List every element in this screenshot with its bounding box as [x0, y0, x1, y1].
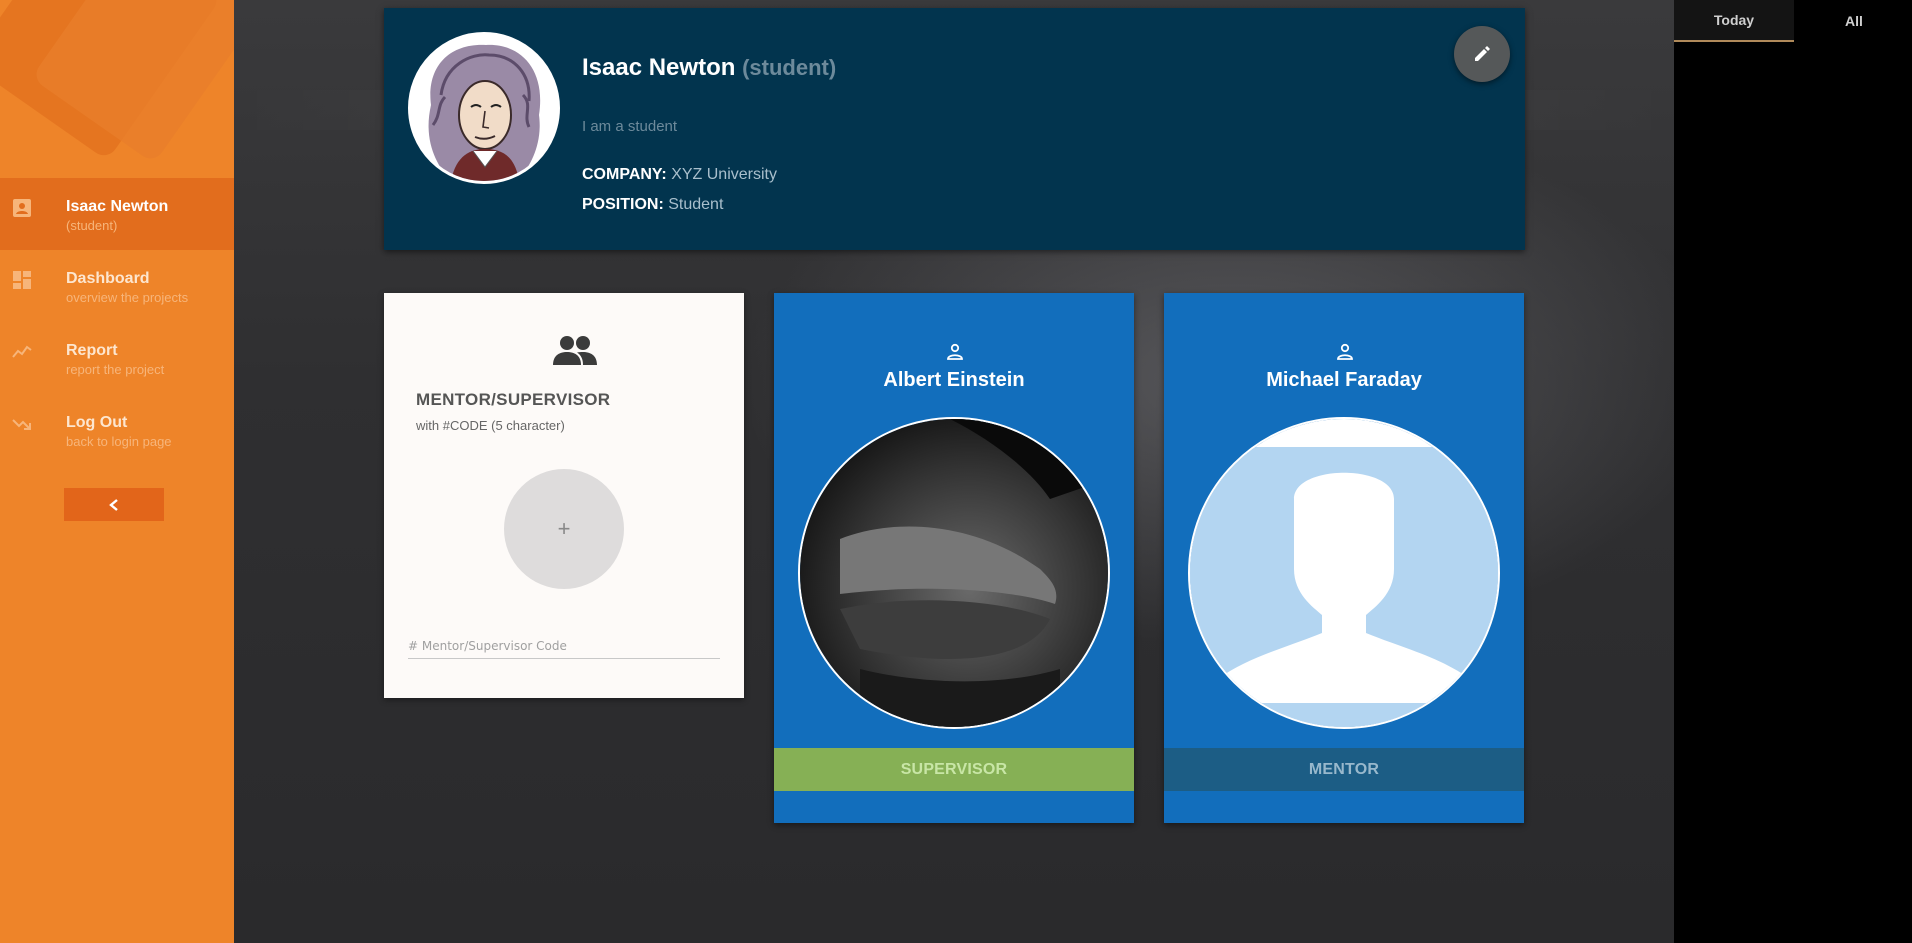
role-badge: SUPERVISOR: [774, 748, 1134, 791]
role-badge: MENTOR: [1164, 748, 1524, 791]
person-photo: [798, 417, 1110, 729]
add-card-title: MENTOR/SUPERVISOR: [416, 390, 611, 409]
default-avatar-image: [1190, 419, 1498, 727]
company-value: XYZ University: [671, 166, 777, 183]
group-icon: [553, 336, 597, 365]
profile-position: POSITION: Student: [582, 196, 723, 214]
sidebar-item-label: Dashboard: [66, 270, 150, 287]
plus-icon: +: [557, 516, 571, 541]
dashboard-icon: [13, 271, 31, 289]
tab-today[interactable]: Today: [1674, 0, 1794, 42]
profile-name: Isaac Newton (student): [582, 54, 836, 82]
position-value: Student: [668, 196, 724, 213]
sidebar-item-sublabel: overview the projects: [66, 290, 189, 305]
profile-bio: I am a student: [582, 118, 678, 135]
person-name: Michael Faraday: [1266, 369, 1422, 391]
add-card-subtitle: with #CODE (5 character): [416, 418, 565, 433]
trending-icon: [12, 345, 32, 358]
sidebar: Isaac Newton (student) Dashboard overvie…: [0, 0, 234, 943]
add-mentor-button[interactable]: +: [504, 469, 624, 589]
position-label: POSITION:: [582, 196, 664, 213]
chevron-left-icon: [109, 498, 118, 511]
sidebar-item-sublabel: back to login page: [66, 434, 172, 449]
profile-name-text: Isaac Newton: [582, 54, 736, 81]
pencil-icon: [1475, 46, 1490, 61]
sidebar-item-label: Report: [66, 342, 118, 359]
person-card-mentor[interactable]: Michael Faraday MENTOR: [1164, 293, 1524, 823]
einstein-photo-image: [800, 419, 1108, 727]
sidebar-item-profile[interactable]: Isaac Newton (student): [0, 178, 234, 250]
sidebar-item-label: Isaac Newton: [66, 198, 169, 215]
sidebar-item-logout[interactable]: Log Out back to login page: [0, 394, 234, 466]
person-name: Albert Einstein: [883, 369, 1025, 391]
edit-profile-button[interactable]: [1454, 26, 1510, 82]
sidebar-collapse-button[interactable]: [64, 488, 164, 521]
person-outline-icon: [1337, 343, 1353, 360]
profile-header: Isaac Newton (student) I am a student CO…: [384, 8, 1525, 250]
person-photo: [1188, 417, 1500, 729]
company-label: COMPANY:: [582, 166, 667, 183]
profile-company: COMPANY: XYZ University: [582, 166, 777, 184]
person-outline-icon: [947, 343, 963, 360]
tab-all[interactable]: All: [1794, 0, 1912, 42]
person-card-supervisor[interactable]: Albert Einstein SUPERVISOR: [774, 293, 1134, 823]
sidebar-item-dashboard[interactable]: Dashboard overview the projects: [0, 250, 234, 322]
sidebar-item-sublabel: report the project: [66, 362, 165, 377]
sidebar-item-label: Log Out: [66, 414, 128, 431]
sidebar-item-sublabel: (student): [66, 218, 118, 233]
mentor-code-input[interactable]: [408, 633, 720, 659]
right-panel: Today All: [1674, 0, 1912, 943]
avatar: [408, 32, 560, 184]
logout-arrow-icon: [12, 419, 31, 430]
newton-portrait-image: [411, 35, 557, 181]
add-mentor-card: MENTOR/SUPERVISOR with #CODE (5 characte…: [384, 293, 744, 698]
contact-card-icon: [13, 199, 31, 217]
sidebar-item-report[interactable]: Report report the project: [0, 322, 234, 394]
profile-role: (student): [742, 55, 837, 80]
